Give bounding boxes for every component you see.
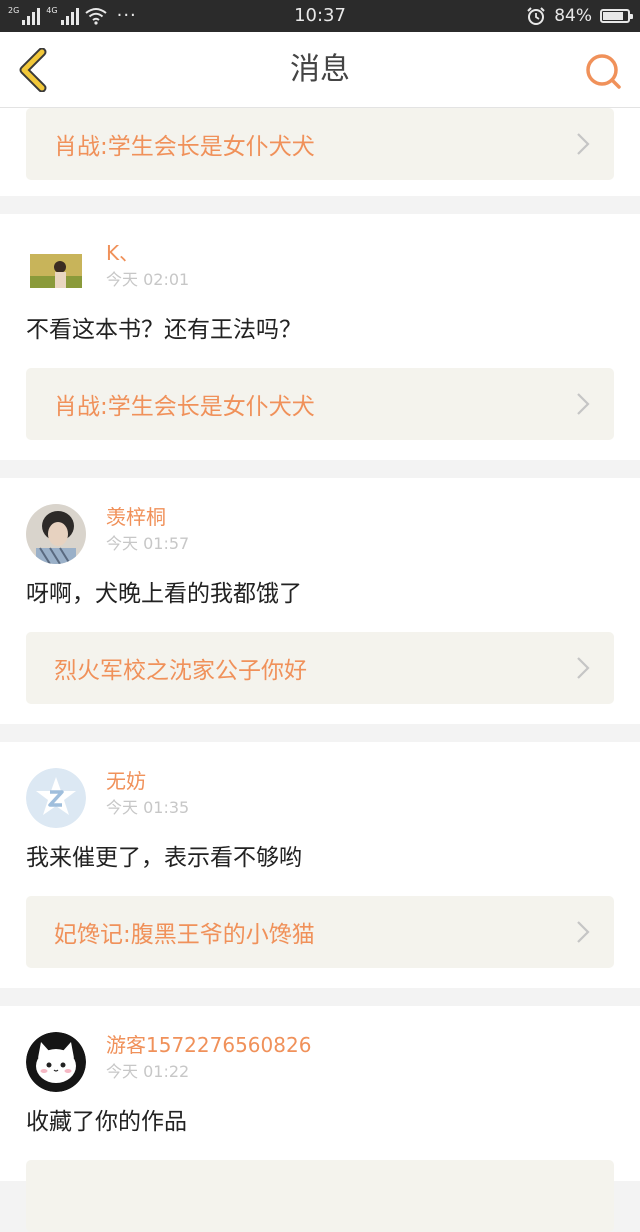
- message-header: 游客1572276560826 今天 01:22: [26, 1028, 614, 1098]
- book-link-title: 肖战:学生会长是女仆犬犬: [54, 394, 315, 420]
- message-text: 我来催更了，表示看不够哟: [26, 845, 302, 871]
- message-time: 今天 02:01: [106, 270, 190, 289]
- avatar[interactable]: [26, 768, 86, 828]
- message-card: 羡梓桐 今天 01:57 呀啊，犬晚上看的我都饿了 烈火军校之沈家公子你好: [0, 478, 640, 724]
- chevron-right-icon: [577, 133, 590, 155]
- book-link-title: 妃馋记:腹黑王爷的小馋猫: [54, 922, 315, 948]
- chevron-right-icon: [577, 921, 590, 943]
- nav-bar: 消息: [0, 32, 640, 108]
- book-link[interactable]: 妃馋记:腹黑王爷的小馋猫: [26, 896, 614, 968]
- back-chevron-icon[interactable]: [14, 48, 54, 92]
- message-card: 游客1572276560826 今天 01:22 收藏了你的作品: [0, 1006, 640, 1232]
- chevron-right-icon: [577, 393, 590, 415]
- message-feed: 肖战:学生会长是女仆犬犬 K、 今天 02:01 不看这本书？还有王法吗？ 肖战…: [0, 108, 640, 1232]
- message-time: 今天 01:35: [106, 798, 190, 817]
- user-name[interactable]: 无妨: [106, 768, 146, 794]
- avatar[interactable]: [26, 1032, 86, 1092]
- status-bar: 2G 4G ··· 10:37 84%: [0, 0, 640, 32]
- user-name[interactable]: 游客1572276560826: [106, 1032, 311, 1058]
- message-time: 今天 01:22: [106, 1062, 190, 1081]
- message-header: K、 今天 02:01: [26, 236, 614, 306]
- message-card: K、 今天 02:01 不看这本书？还有王法吗？ 肖战:学生会长是女仆犬犬: [0, 214, 640, 460]
- message-time: 今天 01:57: [106, 534, 190, 553]
- battery-fill: [603, 12, 623, 20]
- avatar[interactable]: [26, 504, 86, 564]
- message-card: 肖战:学生会长是女仆犬犬: [0, 108, 640, 196]
- book-link[interactable]: [26, 1160, 614, 1232]
- book-link[interactable]: 肖战:学生会长是女仆犬犬: [26, 368, 614, 440]
- message-text: 不看这本书？还有王法吗？: [26, 317, 302, 343]
- user-name[interactable]: 羡梓桐: [106, 504, 166, 530]
- page-title: 消息: [290, 52, 350, 87]
- status-right: 84%: [526, 5, 633, 27]
- message-text: 呀啊，犬晚上看的我都饿了: [26, 581, 302, 607]
- battery-percent: 84%: [554, 6, 592, 26]
- chevron-right-icon: [577, 657, 590, 679]
- book-link[interactable]: 肖战:学生会长是女仆犬犬: [26, 108, 614, 180]
- battery-icon: [600, 9, 633, 23]
- book-link-title: 肖战:学生会长是女仆犬犬: [54, 134, 315, 160]
- avatar[interactable]: [30, 254, 82, 288]
- search-icon[interactable]: [584, 52, 624, 92]
- book-link-title: 烈火军校之沈家公子你好: [54, 658, 307, 684]
- book-link[interactable]: 烈火军校之沈家公子你好: [26, 632, 614, 704]
- alarm-icon: [527, 7, 545, 25]
- message-card: 无妨 今天 01:35 我来催更了，表示看不够哟 妃馋记:腹黑王爷的小馋猫: [0, 742, 640, 988]
- message-text: 收藏了你的作品: [26, 1109, 187, 1135]
- message-header: 无妨 今天 01:35: [26, 764, 614, 834]
- message-header: 羡梓桐 今天 01:57: [26, 500, 614, 570]
- user-name[interactable]: K、: [106, 240, 139, 266]
